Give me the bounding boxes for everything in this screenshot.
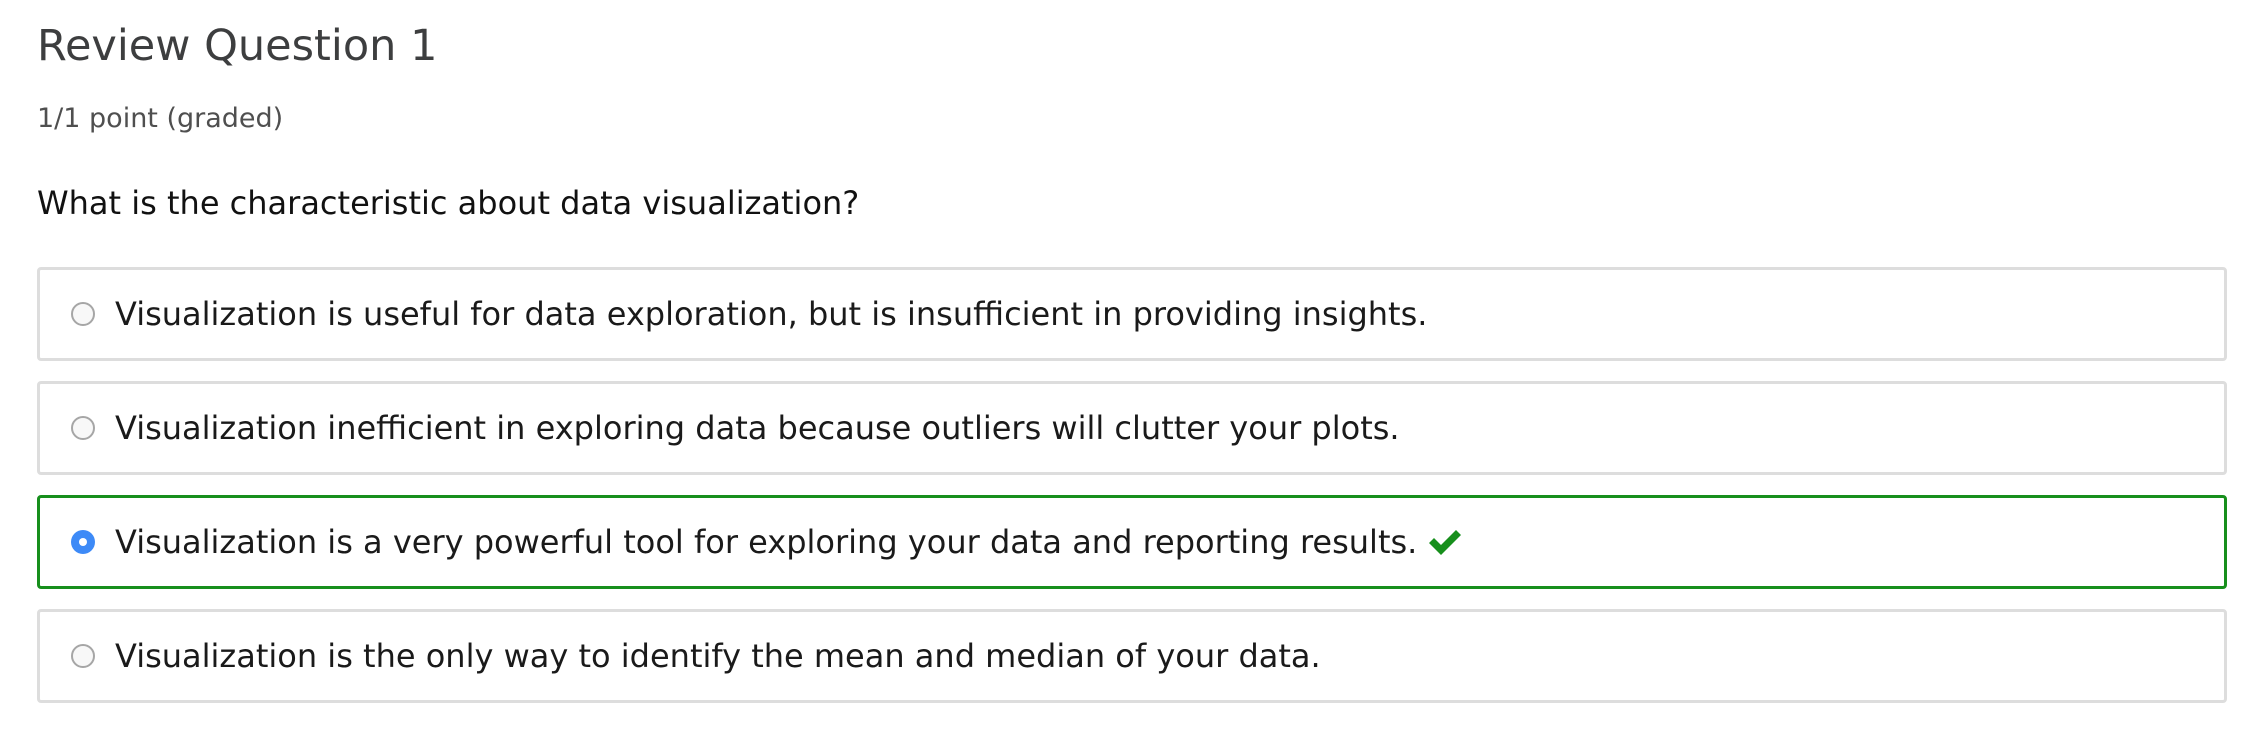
radio-button-selected[interactable]	[71, 530, 95, 554]
radio-button[interactable]	[71, 644, 95, 668]
problem-title: Review Question 1	[37, 21, 438, 71]
choice-option-4[interactable]: Visualization is the only way to identif…	[37, 609, 2227, 703]
radio-button[interactable]	[71, 416, 95, 440]
choice-label[interactable]: Visualization is a very powerful tool fo…	[115, 522, 1463, 562]
choice-label[interactable]: Visualization inefficient in exploring d…	[115, 408, 1400, 448]
choice-label[interactable]: Visualization is useful for data explora…	[115, 294, 1427, 334]
choice-option-2[interactable]: Visualization inefficient in exploring d…	[37, 381, 2227, 475]
choice-option-1[interactable]: Visualization is useful for data explora…	[37, 267, 2227, 361]
question-text: What is the characteristic about data vi…	[37, 184, 860, 222]
choice-option-3[interactable]: Visualization is a very powerful tool fo…	[37, 495, 2227, 589]
choice-label[interactable]: Visualization is the only way to identif…	[115, 636, 1321, 676]
checkmark-icon	[1429, 530, 1462, 555]
choice-label-text: Visualization is a very powerful tool fo…	[115, 523, 1418, 561]
radio-button[interactable]	[71, 302, 95, 326]
choice-list: Visualization is useful for data explora…	[37, 267, 2227, 723]
points-status: 1/1 point (graded)	[37, 103, 284, 134]
